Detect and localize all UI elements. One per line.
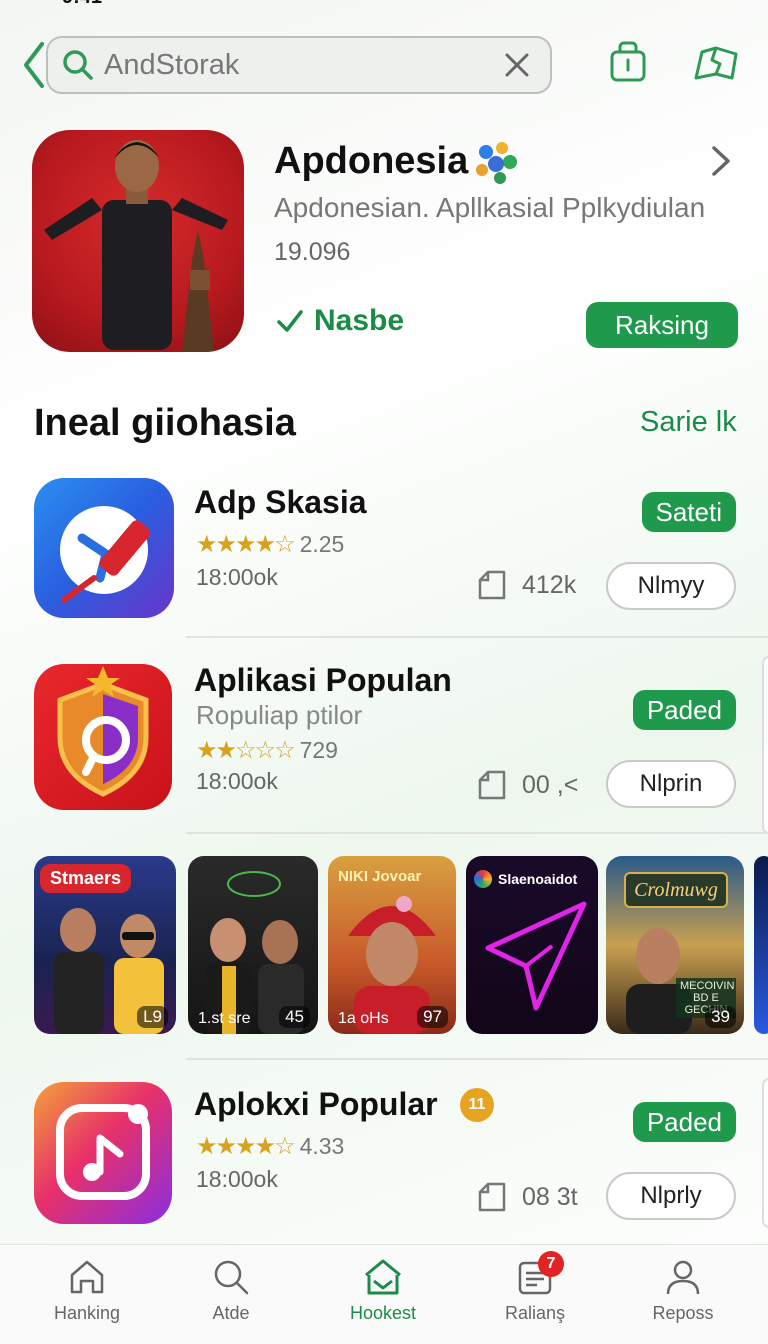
status-badge: Sateti: [641, 492, 736, 532]
nav-item-store[interactable]: Hookest: [328, 1257, 438, 1324]
home-icon: [70, 1260, 104, 1294]
list-item[interactable]: Adp Skasia ★★★★☆ 2.25 18:00ok Sateti 412…: [0, 478, 768, 618]
chevron-right-icon[interactable]: [708, 144, 734, 178]
edge-card: [762, 1078, 768, 1228]
share-icon[interactable]: [606, 40, 650, 84]
search-icon: [63, 50, 93, 80]
featured-action-button[interactable]: Raksing: [586, 302, 738, 348]
carousel-card-count: 39: [705, 1006, 736, 1028]
rating-value: 4.33: [299, 1133, 345, 1159]
featured-app-subtitle: Apdonesian. Apllkasial Pplkydiulan: [274, 192, 706, 223]
featured-app-image[interactable]: [32, 130, 244, 352]
app-name: Aplikasi Populan: [194, 662, 452, 698]
nav-item-home[interactable]: Hanking: [32, 1257, 142, 1324]
open-button[interactable]: Nlmyy: [606, 562, 736, 610]
app-icon-compass: [34, 478, 174, 618]
carousel-card-label: 1.st sre: [198, 1010, 251, 1027]
carousel-card-title: Slaenoaidot: [498, 871, 578, 887]
open-button[interactable]: Nlprly: [606, 1172, 736, 1220]
rating-stars: ★★☆☆☆: [196, 737, 296, 764]
nav-label: Hanking: [53, 1303, 121, 1323]
carousel-card[interactable]: Stmaers L9: [34, 856, 176, 1034]
colorwheel-icon: [474, 870, 492, 888]
search-bar[interactable]: [46, 36, 552, 94]
carousel-card[interactable]: NIKI Jovoar 1a oHs 97: [328, 856, 456, 1034]
featured-app-title[interactable]: Apdonesia: [274, 140, 468, 183]
download-box-icon: [478, 1182, 506, 1212]
notification-badge: 7: [538, 1251, 564, 1277]
app-name: Aplokxi Popular: [194, 1086, 438, 1122]
bottom-nav: Hanking Atde Hookest Ralianş 7 Reposs: [0, 1244, 768, 1344]
nav-label: Reposs: [652, 1303, 714, 1323]
download-count: 00 ,<: [476, 768, 578, 802]
download-count: 08 3t: [476, 1180, 578, 1214]
featured-app-count: 19.096: [274, 238, 351, 266]
carousel-card-count: L9: [137, 1006, 168, 1028]
medal-badge: 11: [460, 1088, 494, 1122]
back-chevron-icon[interactable]: [22, 40, 46, 90]
carousel-card[interactable]: 1.st sre 45: [188, 856, 318, 1034]
app-name: Adp Skasia: [194, 484, 367, 520]
rating-stars: ★★★★☆: [196, 531, 296, 558]
app-icon-shield: [34, 664, 172, 810]
status-badge: Paded: [632, 690, 736, 730]
flower-logo-icon: [476, 142, 517, 184]
open-button[interactable]: Nlprin: [606, 760, 736, 808]
download-box-icon: [478, 570, 506, 600]
see-all-link[interactable]: Sarie lk: [640, 406, 737, 439]
store-home-icon: [365, 1259, 401, 1295]
status-badge: Paded: [632, 1102, 736, 1142]
search-input[interactable]: [104, 48, 484, 82]
divider: [186, 832, 768, 834]
carousel-card-count: 45: [279, 1006, 310, 1028]
featured-app-status-label: Nasbe: [314, 304, 405, 337]
list-item[interactable]: Aplokxi Popular 11 ★★★★☆ 4.33 18:00ok Pa…: [0, 1082, 768, 1224]
carousel-card[interactable]: Slaenoaidot: [466, 856, 598, 1034]
nav-label: Hookest: [349, 1303, 417, 1323]
app-rating: ★★★★☆ 4.33: [196, 1132, 344, 1161]
status-time: 9:41: [62, 0, 102, 9]
nav-label: Ralianş: [504, 1303, 566, 1323]
nav-item-profile[interactable]: Reposs: [628, 1257, 738, 1324]
app-rating: ★★★★☆ 2.25: [196, 530, 344, 559]
featured-carousel[interactable]: Stmaers L9 1.st sre 45 NIKI Jovoar 1a oH…: [0, 856, 768, 1036]
carousel-card-count: 97: [417, 1006, 448, 1028]
app-size: 18:00ok: [196, 768, 278, 794]
checkmark-icon: [277, 310, 303, 332]
edge-card: [762, 656, 768, 834]
rating-value: 729: [299, 737, 338, 763]
carousel-card-label: 1a oHs: [338, 1010, 389, 1027]
search-icon: [214, 1260, 249, 1295]
app-size: 18:00ok: [196, 564, 278, 590]
map-icon[interactable]: [692, 40, 740, 84]
divider: [186, 636, 768, 638]
download-count-value: 00 ,<: [522, 770, 579, 799]
download-count-value: 412k: [522, 570, 577, 599]
carousel-card[interactable]: Crolmuwg MECOIVIN BD E GECHIN 39: [606, 856, 744, 1034]
app-subtitle: Ropuliap ptilor: [196, 700, 363, 730]
featured-app-status: Nasbe: [276, 304, 404, 338]
status-bar: 9:41: [0, 0, 768, 8]
nav-label: Atde: [212, 1303, 250, 1323]
app-rating: ★★☆☆☆ 729: [196, 736, 338, 765]
app-size: 18:00ok: [196, 1166, 278, 1192]
app-icon-music: [34, 1082, 172, 1224]
carousel-card-peek[interactable]: [754, 856, 768, 1034]
section-title: Ineal giiohasia: [34, 402, 296, 444]
download-count-value: 08 3t: [522, 1182, 578, 1211]
download-count: 412k: [476, 568, 576, 602]
list-item[interactable]: Aplikasi Populan Ropuliap ptilor ★★☆☆☆ 7…: [0, 662, 768, 810]
clear-search-icon[interactable]: [502, 50, 532, 80]
rating-stars: ★★★★☆: [196, 1133, 296, 1160]
carousel-card-title: Crolmuwg: [624, 872, 728, 908]
carousel-card-title: NIKI Jovoar: [338, 868, 422, 885]
carousel-card-header: Slaenoaidot: [474, 870, 577, 888]
divider: [186, 1058, 768, 1060]
download-box-icon: [478, 770, 506, 800]
nav-item-search[interactable]: Atde: [176, 1257, 286, 1324]
nav-item-updates[interactable]: Ralianş 7: [480, 1251, 590, 1324]
rating-value: 2.25: [299, 531, 345, 557]
person-illustration: [44, 140, 228, 352]
profile-icon: [666, 1260, 700, 1295]
